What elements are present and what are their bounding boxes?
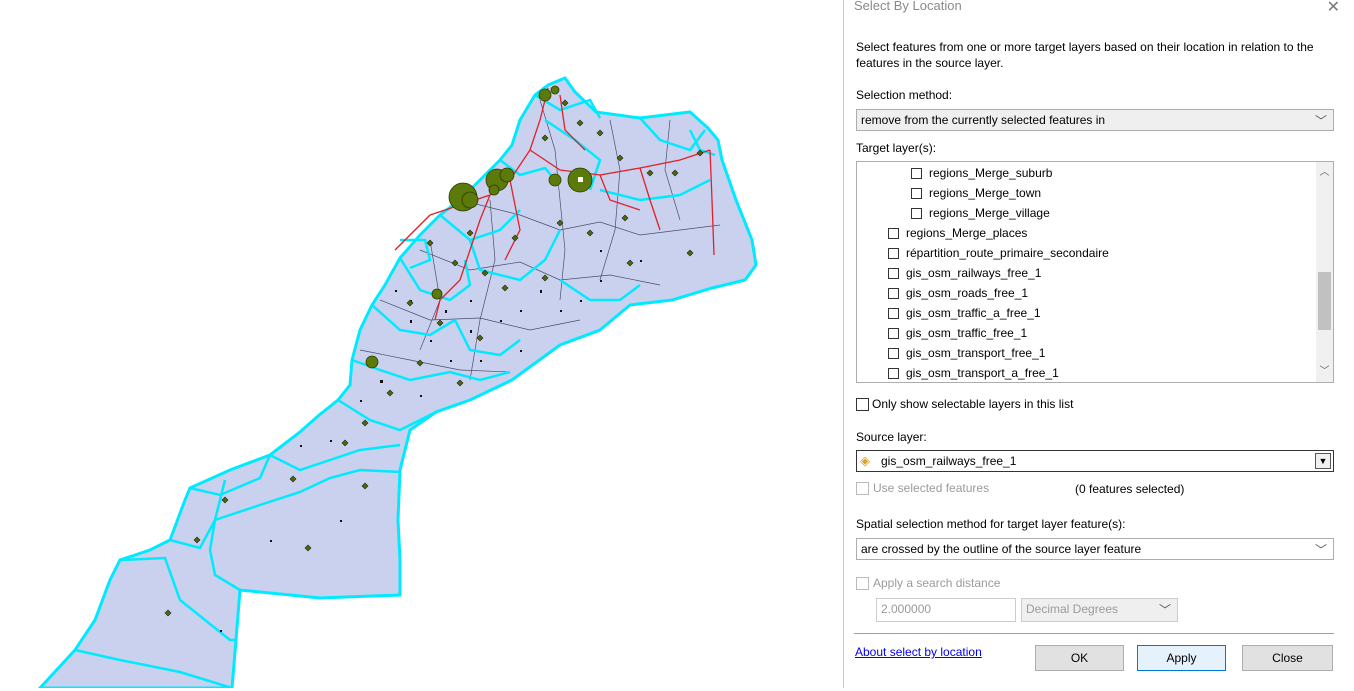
chevron-down-icon: ﹀ bbox=[1314, 543, 1327, 557]
chevron-down-icon: ﹀ bbox=[1314, 114, 1327, 128]
target-layers-list[interactable]: regions_Merge_suburb regions_Merge_townre… bbox=[856, 161, 1334, 383]
target-layer-checkbox[interactable] bbox=[911, 187, 922, 199]
apply-distance-option[interactable]: Apply a search distance bbox=[856, 573, 1000, 593]
dialog-description: Select features from one or more target … bbox=[856, 40, 1314, 70]
highlight-marker bbox=[578, 177, 583, 182]
target-layer-label: regions_Merge_village bbox=[929, 206, 1050, 220]
target-layer-item[interactable]: gis_osm_railways_free_1 bbox=[888, 263, 1041, 283]
distance-unit-value: Decimal Degrees bbox=[1026, 602, 1119, 616]
target-layer-item[interactable]: répartition_route_primaire_secondaire bbox=[888, 243, 1109, 263]
selection-method-dropdown[interactable]: remove from the currently selected featu… bbox=[856, 109, 1334, 131]
select-by-location-dialog: Select By Location ✕ Select features fro… bbox=[843, 0, 1354, 688]
target-layer-item[interactable]: gis_osm_traffic_free_1 bbox=[888, 323, 1027, 343]
target-layers-scrollbar[interactable]: ︿ ﹀ bbox=[1316, 162, 1333, 382]
target-layer-label: regions_Merge_town bbox=[929, 186, 1042, 200]
spatial-method-dropdown[interactable]: are crossed by the outline of the source… bbox=[856, 538, 1334, 560]
distance-value: 2.000000 bbox=[881, 602, 932, 616]
scroll-down-icon[interactable]: ﹀ bbox=[1316, 363, 1333, 380]
source-layer-value: gis_osm_railways_free_1 bbox=[881, 454, 1017, 468]
target-layer-checkbox[interactable] bbox=[911, 207, 922, 219]
only-selectable-option[interactable]: Only show selectable layers in this list bbox=[856, 394, 1073, 414]
target-layer-item[interactable]: gis_osm_traffic_a_free_1 bbox=[888, 303, 1041, 323]
target-layer-label: regions_Merge_places bbox=[906, 226, 1028, 240]
only-selectable-label: Only show selectable layers in this list bbox=[872, 397, 1074, 411]
target-layer-checkbox[interactable] bbox=[888, 327, 899, 339]
source-layer-dropdown[interactable]: ◈ gis_osm_railways_free_1 ▼ bbox=[856, 450, 1334, 472]
use-selected-checkbox[interactable] bbox=[856, 481, 869, 495]
target-layer-item[interactable]: regions_Merge_places bbox=[888, 223, 1027, 243]
target-layer-checkbox[interactable] bbox=[888, 287, 899, 299]
target-layer-checkbox[interactable] bbox=[888, 227, 899, 239]
distance-input[interactable]: 2.000000 bbox=[876, 598, 1016, 622]
target-layer-label: gis_osm_railways_free_1 bbox=[906, 266, 1042, 280]
distance-unit-dropdown[interactable]: Decimal Degrees ﹀ bbox=[1021, 598, 1178, 622]
target-layer-item[interactable]: gis_osm_roads_free_1 bbox=[888, 283, 1028, 303]
title-bar[interactable]: Select By Location ✕ bbox=[844, 0, 1354, 22]
about-link[interactable]: About select by location bbox=[855, 645, 982, 659]
spatial-method-label: Spatial selection method for target laye… bbox=[856, 517, 1126, 531]
morocco-map bbox=[36, 76, 758, 690]
target-layer-item[interactable]: gis_osm_transport_a_free_1 bbox=[888, 363, 1059, 382]
spatial-method-value: are crossed by the outline of the source… bbox=[861, 542, 1142, 556]
map-canvas[interactable] bbox=[0, 0, 843, 690]
close-icon[interactable]: ✕ bbox=[1327, 0, 1340, 17]
use-selected-label: Use selected features bbox=[873, 481, 990, 495]
close-button[interactable]: Close bbox=[1242, 645, 1333, 671]
apply-distance-checkbox[interactable] bbox=[856, 576, 869, 590]
target-layer-label: répartition_route_primaire_secondaire bbox=[906, 246, 1109, 260]
target-layer-label: gis_osm_traffic_free_1 bbox=[906, 326, 1028, 340]
dropdown-arrow-icon[interactable]: ▼ bbox=[1315, 453, 1331, 469]
target-layer-label: gis_osm_roads_free_1 bbox=[906, 286, 1029, 300]
scroll-thumb[interactable] bbox=[1318, 272, 1331, 330]
use-selected-option[interactable]: Use selected features bbox=[856, 478, 989, 498]
only-selectable-checkbox[interactable] bbox=[856, 397, 869, 411]
target-layer-label: gis_osm_transport_free_1 bbox=[906, 346, 1046, 360]
target-layer-checkbox[interactable] bbox=[888, 347, 899, 359]
target-layer-checkbox[interactable] bbox=[888, 267, 899, 279]
target-layer-checkbox[interactable] bbox=[888, 247, 899, 259]
dialog-title: Select By Location bbox=[854, 0, 962, 13]
features-selected-count: (0 features selected) bbox=[1075, 482, 1185, 496]
target-layer-checkbox[interactable] bbox=[911, 167, 922, 179]
target-layers-label: Target layer(s): bbox=[856, 141, 937, 155]
apply-button[interactable]: Apply bbox=[1137, 645, 1226, 671]
target-layer-checkbox[interactable] bbox=[888, 367, 899, 379]
target-layer-label: gis_osm_transport_a_free_1 bbox=[906, 366, 1059, 380]
layer-icon: ◈ bbox=[860, 453, 870, 468]
target-layer-item[interactable]: gis_osm_transport_free_1 bbox=[888, 343, 1045, 363]
target-layer-label: regions_Merge_suburb bbox=[929, 166, 1053, 180]
ok-button[interactable]: OK bbox=[1035, 645, 1124, 671]
selection-method-label: Selection method: bbox=[856, 88, 953, 102]
target-layer-checkbox[interactable] bbox=[888, 307, 899, 319]
target-layer-item[interactable]: regions_Merge_town bbox=[911, 183, 1041, 203]
scroll-up-icon[interactable]: ︿ bbox=[1316, 164, 1333, 181]
country-shape bbox=[36, 76, 758, 690]
source-layer-label: Source layer: bbox=[856, 430, 927, 444]
separator bbox=[854, 633, 1334, 634]
apply-distance-label: Apply a search distance bbox=[873, 576, 1001, 590]
selection-method-value: remove from the currently selected featu… bbox=[861, 113, 1106, 127]
chevron-down-icon: ﹀ bbox=[1158, 603, 1171, 617]
target-layer-item[interactable]: regions_Merge_suburb bbox=[911, 163, 1052, 183]
target-layer-label: gis_osm_traffic_a_free_1 bbox=[906, 306, 1041, 320]
target-layer-item[interactable]: regions_Merge_village bbox=[911, 203, 1050, 223]
